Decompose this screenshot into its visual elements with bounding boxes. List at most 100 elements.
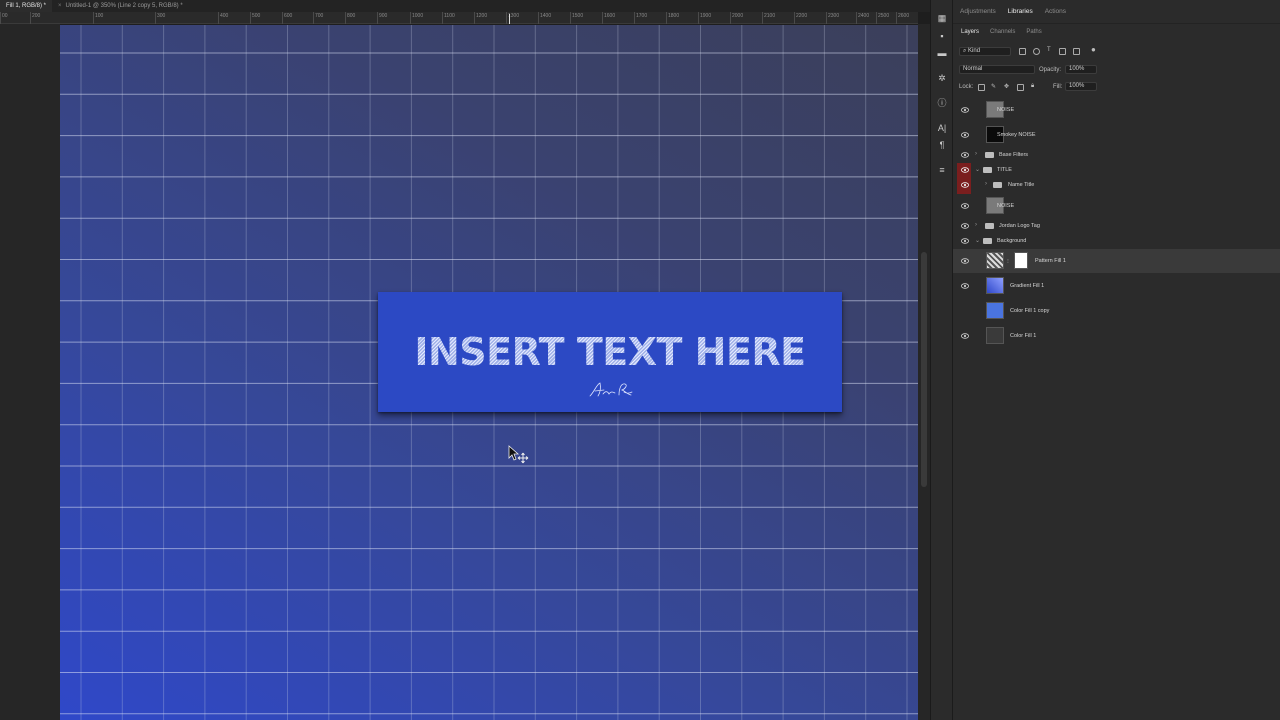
eye-icon[interactable]	[961, 223, 969, 229]
layer-row[interactable]: NOISE	[953, 194, 1280, 218]
layer-group-row[interactable]: ⌄ Background	[953, 234, 1280, 249]
layer-row[interactable]: Color Fill 1 copy	[953, 299, 1280, 323]
folder-icon	[985, 152, 994, 158]
tab-libraries[interactable]: Libraries	[1008, 8, 1033, 15]
layer-name: Base Filters	[999, 152, 1029, 158]
layer-row[interactable]: Color Fill 1	[953, 324, 1280, 348]
title-text[interactable]: INSERT TEXT HERE	[378, 330, 842, 374]
ruler-tick: 2400	[856, 12, 869, 24]
layer-name: Color Fill 1	[1010, 333, 1037, 339]
ruler-tick: 1800	[666, 12, 679, 24]
eye-icon[interactable]	[961, 107, 969, 113]
document-canvas[interactable]: INSERT TEXT HERE	[60, 25, 918, 720]
filter-toggle-icon[interactable]: ●	[1091, 45, 1096, 54]
signature-logo	[589, 382, 633, 397]
tab-layers[interactable]: Layers	[961, 29, 979, 35]
properties-icon[interactable]: ≡	[935, 164, 949, 176]
chevron-down-icon[interactable]: ⌄	[975, 166, 980, 173]
layer-mask-thumbnail[interactable]	[1014, 252, 1028, 269]
ruler-tick: 2100	[762, 12, 775, 24]
lock-all-icon[interactable]: 🔒︎	[1031, 83, 1034, 90]
info-icon[interactable]: ⓘ	[935, 97, 949, 109]
lock-transparent-icon[interactable]	[978, 84, 985, 91]
layer-group-row[interactable]: › Base Filters	[953, 148, 1280, 163]
chevron-right-icon[interactable]: ›	[985, 181, 987, 187]
chevron-right-icon[interactable]: ›	[975, 151, 977, 157]
close-icon[interactable]: ×	[58, 3, 62, 9]
opacity-field[interactable]: 100%	[1065, 65, 1097, 74]
layer-row[interactable]: Gradient Fill 1	[953, 274, 1280, 298]
color-icon[interactable]: ✲	[935, 72, 949, 84]
shape-filter-icon[interactable]	[1059, 48, 1066, 55]
smart-object-filter-icon[interactable]	[1073, 48, 1080, 55]
ruler-tick: 100	[93, 12, 103, 24]
layer-row[interactable]: NOISE	[953, 98, 1280, 122]
vertical-ruler	[0, 24, 60, 720]
layer-name: Smokey NOISE	[997, 132, 1036, 138]
ruler-tick: 2200	[794, 12, 807, 24]
lock-artboard-icon[interactable]	[1017, 84, 1024, 91]
document-tab-active[interactable]: Fill 1, RGB/8) *	[0, 0, 53, 12]
document-tab-bar: Fill 1, RGB/8) * × Untitled-1 @ 350% (Lin…	[0, 0, 930, 12]
ruler-tick: 1000	[410, 12, 423, 24]
eye-icon[interactable]	[961, 203, 969, 209]
character-icon[interactable]: A|	[935, 122, 949, 134]
ruler-tick: 800	[345, 12, 355, 24]
folder-icon	[993, 182, 1002, 188]
eye-icon[interactable]	[961, 283, 969, 289]
layer-row-selected[interactable]: ⁝ Pattern Fill 1	[953, 249, 1280, 273]
chevron-down-icon[interactable]: ⌄	[975, 237, 980, 244]
document-tab-label: Untitled-1 @ 350% (Line 2 copy 5, RGB/8)…	[65, 3, 183, 9]
layer-name: TITLE	[997, 167, 1012, 173]
adjustment-filter-icon[interactable]	[1033, 48, 1040, 55]
blend-mode-select[interactable]: Normal	[959, 65, 1035, 74]
vertical-scrollbar[interactable]	[918, 24, 930, 720]
tab-paths[interactable]: Paths	[1026, 29, 1041, 35]
ruler-tick: 1100	[442, 12, 455, 24]
layer-group-row[interactable]: ⌄ TITLE	[953, 163, 1280, 179]
lock-position-icon[interactable]: ✥	[1004, 83, 1009, 90]
document-tab-label: Fill 1, RGB/8) *	[6, 3, 47, 9]
comments-icon[interactable]: ▬	[935, 47, 949, 59]
layer-row[interactable]: Smokey NOISE	[953, 123, 1280, 147]
ruler-tick: 200	[30, 12, 40, 24]
lock-paint-icon[interactable]: ✎	[991, 83, 996, 90]
layer-name: Color Fill 1 copy	[1010, 308, 1050, 314]
tab-actions[interactable]: Actions	[1045, 8, 1066, 15]
ruler-tick: 1200	[474, 12, 487, 24]
document-tab-untitled[interactable]: × Untitled-1 @ 350% (Line 2 copy 5, RGB/8…	[52, 0, 189, 12]
ruler-tick: 1300	[506, 12, 519, 24]
layer-group-row[interactable]: › Name Title	[953, 178, 1280, 194]
layers-panel-icon[interactable]: ▦	[935, 12, 949, 24]
eye-icon[interactable]	[961, 152, 969, 158]
fill-field[interactable]: 100%	[1065, 82, 1097, 91]
title-card[interactable]: INSERT TEXT HERE	[378, 292, 842, 412]
ruler-tick: 00	[0, 12, 8, 24]
layer-name: Background	[997, 238, 1027, 244]
tab-adjustments[interactable]: Adjustments	[960, 8, 996, 15]
ruler-tick: 300	[155, 12, 165, 24]
layer-filter-select[interactable]: ⌕ Kind	[959, 47, 1011, 56]
layer-group-row[interactable]: › Jordan Logo Tag	[953, 219, 1280, 234]
pixel-filter-icon[interactable]	[1019, 48, 1026, 55]
tab-channels[interactable]: Channels	[990, 29, 1015, 35]
type-filter-icon[interactable]: T	[1047, 47, 1051, 53]
scrollbar-thumb[interactable]	[921, 252, 927, 487]
paragraph-icon[interactable]: ¶	[935, 139, 949, 151]
layers-panel: Adjustments Libraries Actions Layers Cha…	[952, 0, 1280, 720]
eye-icon[interactable]	[961, 258, 969, 264]
eye-icon[interactable]	[961, 333, 969, 339]
layer-name: NOISE	[997, 203, 1015, 209]
link-icon[interactable]: ⁝	[1007, 258, 1009, 265]
ruler-tick: 1400	[538, 12, 551, 24]
chevron-right-icon[interactable]: ›	[975, 222, 977, 228]
ruler-position-marker	[509, 14, 510, 24]
eye-icon[interactable]	[961, 182, 969, 188]
ruler-tick: 900	[377, 12, 387, 24]
ruler-tick: 1600	[602, 12, 615, 24]
eye-icon[interactable]	[961, 238, 969, 244]
eye-icon[interactable]	[961, 167, 969, 173]
libraries-icon[interactable]: ▪	[935, 30, 949, 42]
layer-name: NOISE	[997, 107, 1015, 113]
eye-icon[interactable]	[961, 132, 969, 138]
